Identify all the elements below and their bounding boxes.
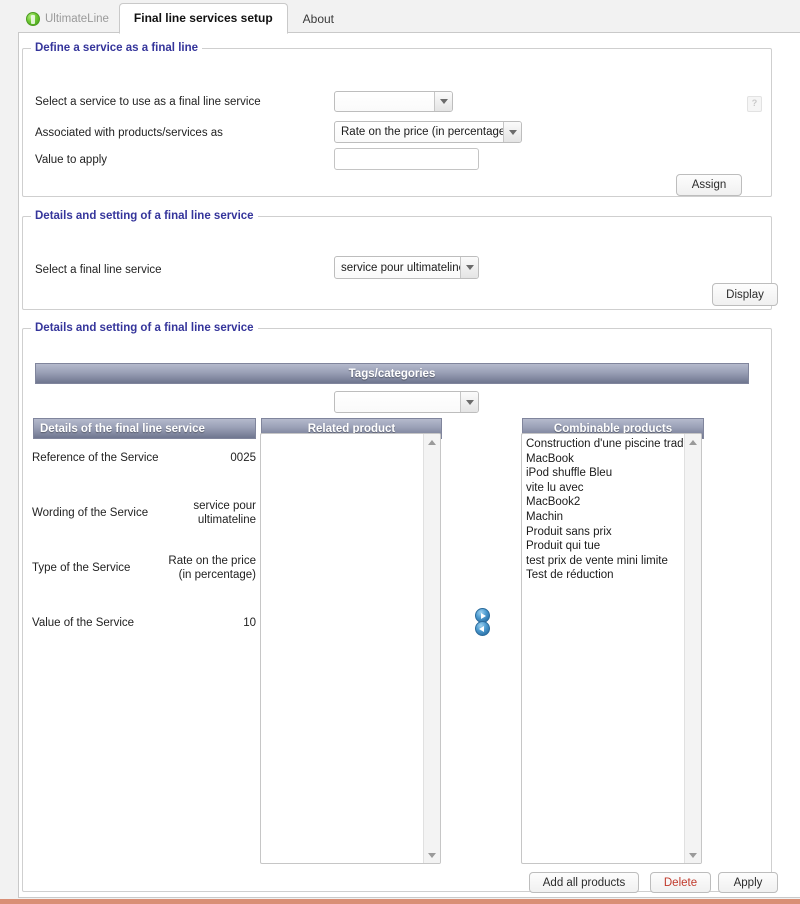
detail-key: Type of the Service (32, 561, 131, 574)
detail-key: Wording of the Service (32, 506, 149, 519)
delete-button[interactable]: Delete (650, 872, 711, 893)
tab-label: Final line services setup (133, 11, 273, 25)
scrollbar-vertical[interactable] (684, 434, 701, 863)
apply-button[interactable]: Apply (718, 872, 778, 893)
related-products-listbox[interactable] (260, 433, 441, 864)
final-line-service-details: Reference of the Service 0025 Wording of… (32, 430, 256, 650)
scroll-down-icon[interactable] (424, 847, 440, 863)
details-setting-legend: Details and setting of a final line serv… (35, 322, 254, 334)
application-window: UltimateLine Final line services setup A… (0, 0, 800, 904)
brand-name: UltimateLine (45, 13, 109, 25)
detail-row: Reference of the Service 0025 (32, 430, 256, 485)
list-item[interactable]: MacBook (526, 452, 685, 467)
list-item[interactable]: test prix de vente mini limite (526, 554, 685, 569)
assign-button[interactable]: Assign (676, 174, 742, 196)
chevron-down-icon (460, 257, 478, 278)
arrow-left-circle-icon[interactable] (475, 621, 490, 636)
detail-row: Wording of the Service service pour ulti… (32, 485, 256, 540)
select-final-line-service-value: service pour ultimateline (341, 261, 460, 274)
detail-value: Rate on the price (in percentage) (168, 554, 256, 581)
list-item[interactable]: Test de réduction (526, 568, 685, 583)
value-to-apply-input[interactable] (334, 148, 479, 170)
detail-value: service pour ultimateline (193, 499, 256, 526)
display-button[interactable]: Display (712, 283, 778, 306)
tags-categories-dropdown[interactable] (334, 391, 479, 413)
select-final-line-service-dropdown[interactable]: service pour ultimateline (334, 256, 479, 279)
chevron-down-icon (434, 92, 452, 111)
tags-categories-label: Tags/categories (348, 367, 436, 380)
combinable-products-listbox[interactable]: Construction d'une piscine traditio MacBo… (521, 433, 702, 864)
list-item[interactable]: Construction d'une piscine traditio (526, 437, 685, 452)
list-item[interactable]: vite lu avec (526, 481, 685, 496)
list-item[interactable]: Produit qui tue (526, 539, 685, 554)
scroll-up-icon[interactable] (424, 434, 440, 450)
chevron-down-icon (503, 122, 521, 142)
define-service-legend: Define a service as a final line (35, 42, 198, 54)
bottom-accent-bar (0, 899, 800, 904)
detail-key: Value of the Service (32, 616, 135, 629)
list-item[interactable]: iPod shuffle Bleu (526, 466, 685, 481)
add-all-products-button[interactable]: Add all products (529, 872, 639, 893)
define-service-fieldset: Define a service as a final line Select … (22, 42, 772, 197)
tab-about[interactable]: About (288, 4, 349, 34)
related-products-list[interactable] (261, 434, 424, 863)
chevron-down-icon (460, 392, 478, 412)
select-service-legend: Details and setting of a final line serv… (35, 210, 254, 222)
select-final-line-service-label: Select a final line service (35, 264, 162, 276)
detail-row: Value of the Service 10 (32, 595, 256, 650)
scrollbar-vertical[interactable] (423, 434, 440, 863)
tab-strip: UltimateLine Final line services setup A… (0, 0, 800, 34)
list-item[interactable]: Produit sans prix (526, 525, 685, 540)
tab-final-line-services-setup[interactable]: Final line services setup (118, 3, 288, 34)
detail-value: 10 (243, 616, 256, 629)
ultimateline-logo-icon (26, 12, 40, 26)
combinable-products-list[interactable]: Construction d'une piscine traditio MacBo… (522, 434, 685, 863)
association-value: Rate on the price (in percentage) (341, 126, 503, 138)
select-service-dropdown[interactable] (334, 91, 453, 112)
help-icon[interactable]: ? (747, 96, 762, 112)
select-service-label: Select a service to use as a final line … (35, 96, 261, 108)
value-to-apply-label: Value to apply (35, 154, 108, 166)
list-item[interactable]: MacBook2 (526, 495, 685, 510)
list-item[interactable]: Machin (526, 510, 685, 525)
tab-label: About (302, 12, 335, 26)
detail-row: Type of the Service Rate on the price (i… (32, 540, 256, 595)
association-label: Associated with products/services as (35, 127, 223, 139)
detail-value: 0025 (230, 451, 256, 464)
brand: UltimateLine (0, 12, 119, 33)
tags-categories-header: Tags/categories (35, 363, 749, 384)
association-dropdown[interactable]: Rate on the price (in percentage) (334, 121, 522, 143)
select-final-line-service-fieldset: Details and setting of a final line serv… (22, 210, 778, 310)
scroll-up-icon[interactable] (685, 434, 701, 450)
detail-key: Reference of the Service (32, 451, 159, 464)
scroll-down-icon[interactable] (685, 847, 701, 863)
